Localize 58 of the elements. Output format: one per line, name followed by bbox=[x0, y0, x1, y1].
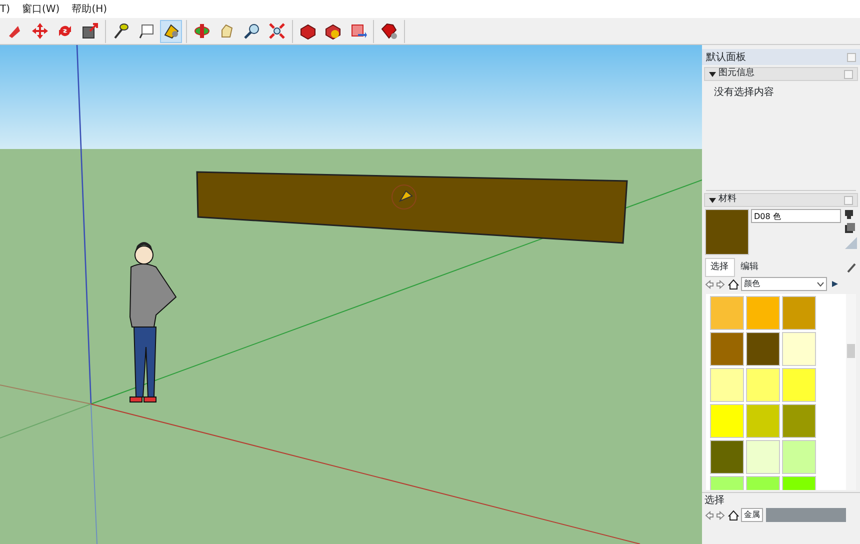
color-swatch[interactable] bbox=[782, 404, 816, 438]
scrollbar[interactable] bbox=[846, 294, 856, 490]
home-icon[interactable] bbox=[728, 278, 738, 290]
color-swatch[interactable] bbox=[782, 368, 816, 402]
tray-title: 默认面板 bbox=[706, 50, 746, 64]
caret-icon bbox=[817, 282, 824, 286]
color-swatch[interactable] bbox=[782, 296, 816, 330]
box-icon bbox=[299, 22, 317, 40]
color-swatch[interactable] bbox=[782, 332, 816, 366]
forward-icon[interactable] bbox=[716, 280, 725, 288]
tool-button[interactable] bbox=[160, 20, 182, 42]
eyedropper-icon[interactable] bbox=[846, 261, 858, 274]
triangle-icon[interactable] bbox=[709, 196, 716, 204]
color-swatch[interactable] bbox=[782, 440, 816, 474]
library-dropdown[interactable]: 颜色 bbox=[741, 277, 827, 291]
back-icon[interactable] bbox=[704, 510, 714, 520]
scale-icon bbox=[81, 22, 99, 40]
box-arrow-icon bbox=[349, 22, 367, 40]
paint-bucket-icon bbox=[162, 22, 180, 40]
back-icon[interactable] bbox=[704, 280, 714, 288]
details-icon[interactable] bbox=[830, 279, 840, 289]
text-icon bbox=[137, 22, 155, 40]
scrollbar-thumb[interactable] bbox=[847, 344, 855, 358]
orbit-icon bbox=[193, 22, 211, 40]
display-icon[interactable] bbox=[844, 209, 854, 219]
color-swatch[interactable] bbox=[746, 440, 780, 474]
color-swatch[interactable] bbox=[746, 332, 780, 366]
tab[interactable]: 选择 bbox=[704, 258, 734, 277]
menu-item[interactable]: T) bbox=[0, 2, 10, 16]
cube-icon[interactable] bbox=[844, 222, 856, 234]
color-swatch[interactable] bbox=[710, 404, 744, 438]
zoom-icon bbox=[243, 22, 261, 40]
secondary-tab[interactable]: 选择 bbox=[704, 495, 724, 506]
tape-measure-icon bbox=[112, 22, 130, 40]
material-name-field[interactable]: D08 色 bbox=[751, 209, 841, 223]
forward-icon[interactable] bbox=[716, 510, 725, 520]
section-header[interactable]: 材料 bbox=[704, 193, 858, 207]
tab[interactable]: 编辑 bbox=[734, 258, 764, 277]
color-swatch[interactable] bbox=[746, 368, 780, 402]
box-icon bbox=[324, 22, 342, 40]
color-swatch[interactable] bbox=[710, 440, 744, 474]
menu-item[interactable]: 帮助(H) bbox=[72, 2, 108, 16]
entity-info-text: 没有选择内容 bbox=[714, 87, 774, 98]
color-swatch[interactable] bbox=[710, 296, 744, 330]
color-swatch[interactable] bbox=[746, 404, 780, 438]
color-swatch[interactable] bbox=[710, 368, 744, 402]
section-title: 材料 bbox=[718, 193, 736, 206]
home-icon[interactable] bbox=[728, 510, 738, 520]
move-icon bbox=[31, 22, 49, 40]
triangle-icon[interactable] bbox=[709, 70, 716, 78]
color-swatch[interactable] bbox=[710, 332, 744, 366]
gem-icon bbox=[380, 22, 398, 40]
color-swatch[interactable] bbox=[746, 296, 780, 330]
zoom-extents-icon bbox=[268, 22, 286, 40]
menu-item[interactable]: 窗口(W) bbox=[22, 2, 60, 16]
library-dropdown[interactable]: 金属 bbox=[741, 508, 763, 522]
section-title: 图元信息 bbox=[718, 67, 754, 80]
section-header[interactable]: 图元信息 bbox=[704, 67, 858, 81]
